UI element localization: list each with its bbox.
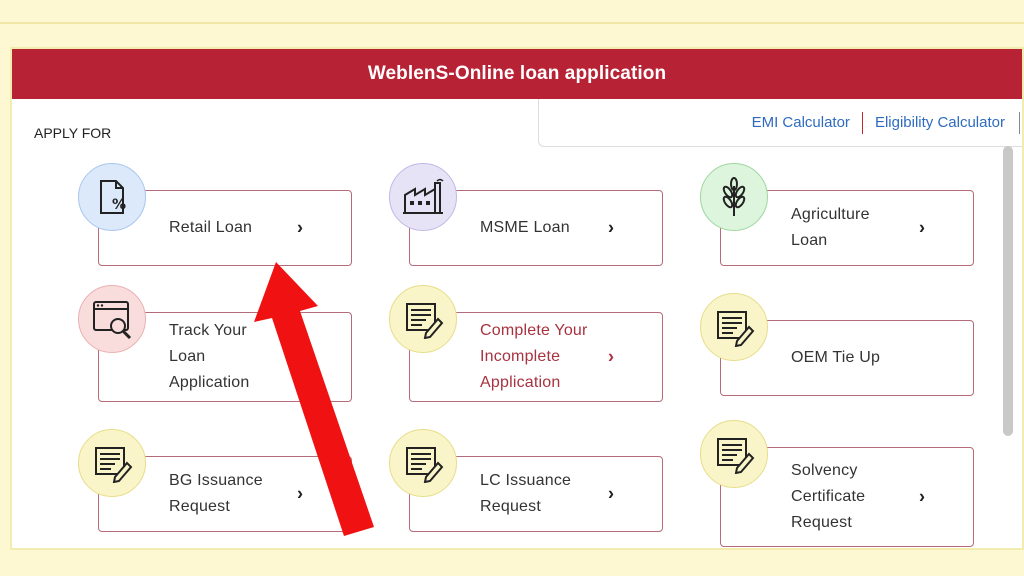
- card-label: Retail Loan: [169, 219, 253, 236]
- loan-application-panel: WeblenS-Online loan application APPLY FO…: [10, 47, 1024, 550]
- chevron-right-icon: ›: [608, 483, 614, 504]
- emi-calculator-link[interactable]: EMI Calculator: [740, 114, 862, 131]
- factory-icon: [389, 163, 457, 231]
- document-percent-icon: %: [78, 163, 146, 231]
- browser-search-icon: [78, 285, 146, 353]
- card-label: LC Issuance Request: [480, 472, 572, 515]
- form-pen-icon: [389, 429, 457, 497]
- svg-text:%: %: [112, 197, 126, 213]
- apply-for-heading: APPLY FOR: [34, 125, 112, 141]
- card-label: Agriculture Loan: [791, 206, 870, 249]
- chevron-right-icon: ›: [608, 217, 614, 238]
- card-label: Solvency Certificate Request: [791, 462, 866, 531]
- form-pen-icon: [389, 285, 457, 353]
- calculator-links: EMI Calculator Eligibility Calculator: [538, 99, 1022, 147]
- top-rule: [0, 22, 1024, 24]
- scrollbar-thumb[interactable]: [1003, 146, 1013, 436]
- chevron-right-icon: ›: [919, 486, 925, 507]
- form-pen-icon: [78, 429, 146, 497]
- chevron-right-icon: ›: [297, 217, 303, 238]
- form-pen-icon: [700, 293, 768, 361]
- panel-header: WeblenS-Online loan application: [12, 49, 1022, 99]
- card-label: BG Issuance Request: [169, 472, 263, 515]
- card-label: Track Your Loan Application: [169, 322, 250, 391]
- chevron-right-icon: ›: [919, 217, 925, 238]
- eligibility-calculator-link[interactable]: Eligibility Calculator: [863, 114, 1017, 131]
- chevron-right-icon: ›: [297, 483, 303, 504]
- card-label: OEM Tie Up: [791, 349, 881, 366]
- panel-title: WeblenS-Online loan application: [367, 63, 667, 84]
- card-label: Complete Your Incomplete Application: [480, 322, 588, 391]
- wheat-icon: [700, 163, 768, 231]
- card-label: MSME Loan: [480, 219, 570, 236]
- form-pen-icon: [700, 420, 768, 488]
- chevron-right-icon: ›: [608, 346, 614, 367]
- link-separator: [1019, 111, 1020, 134]
